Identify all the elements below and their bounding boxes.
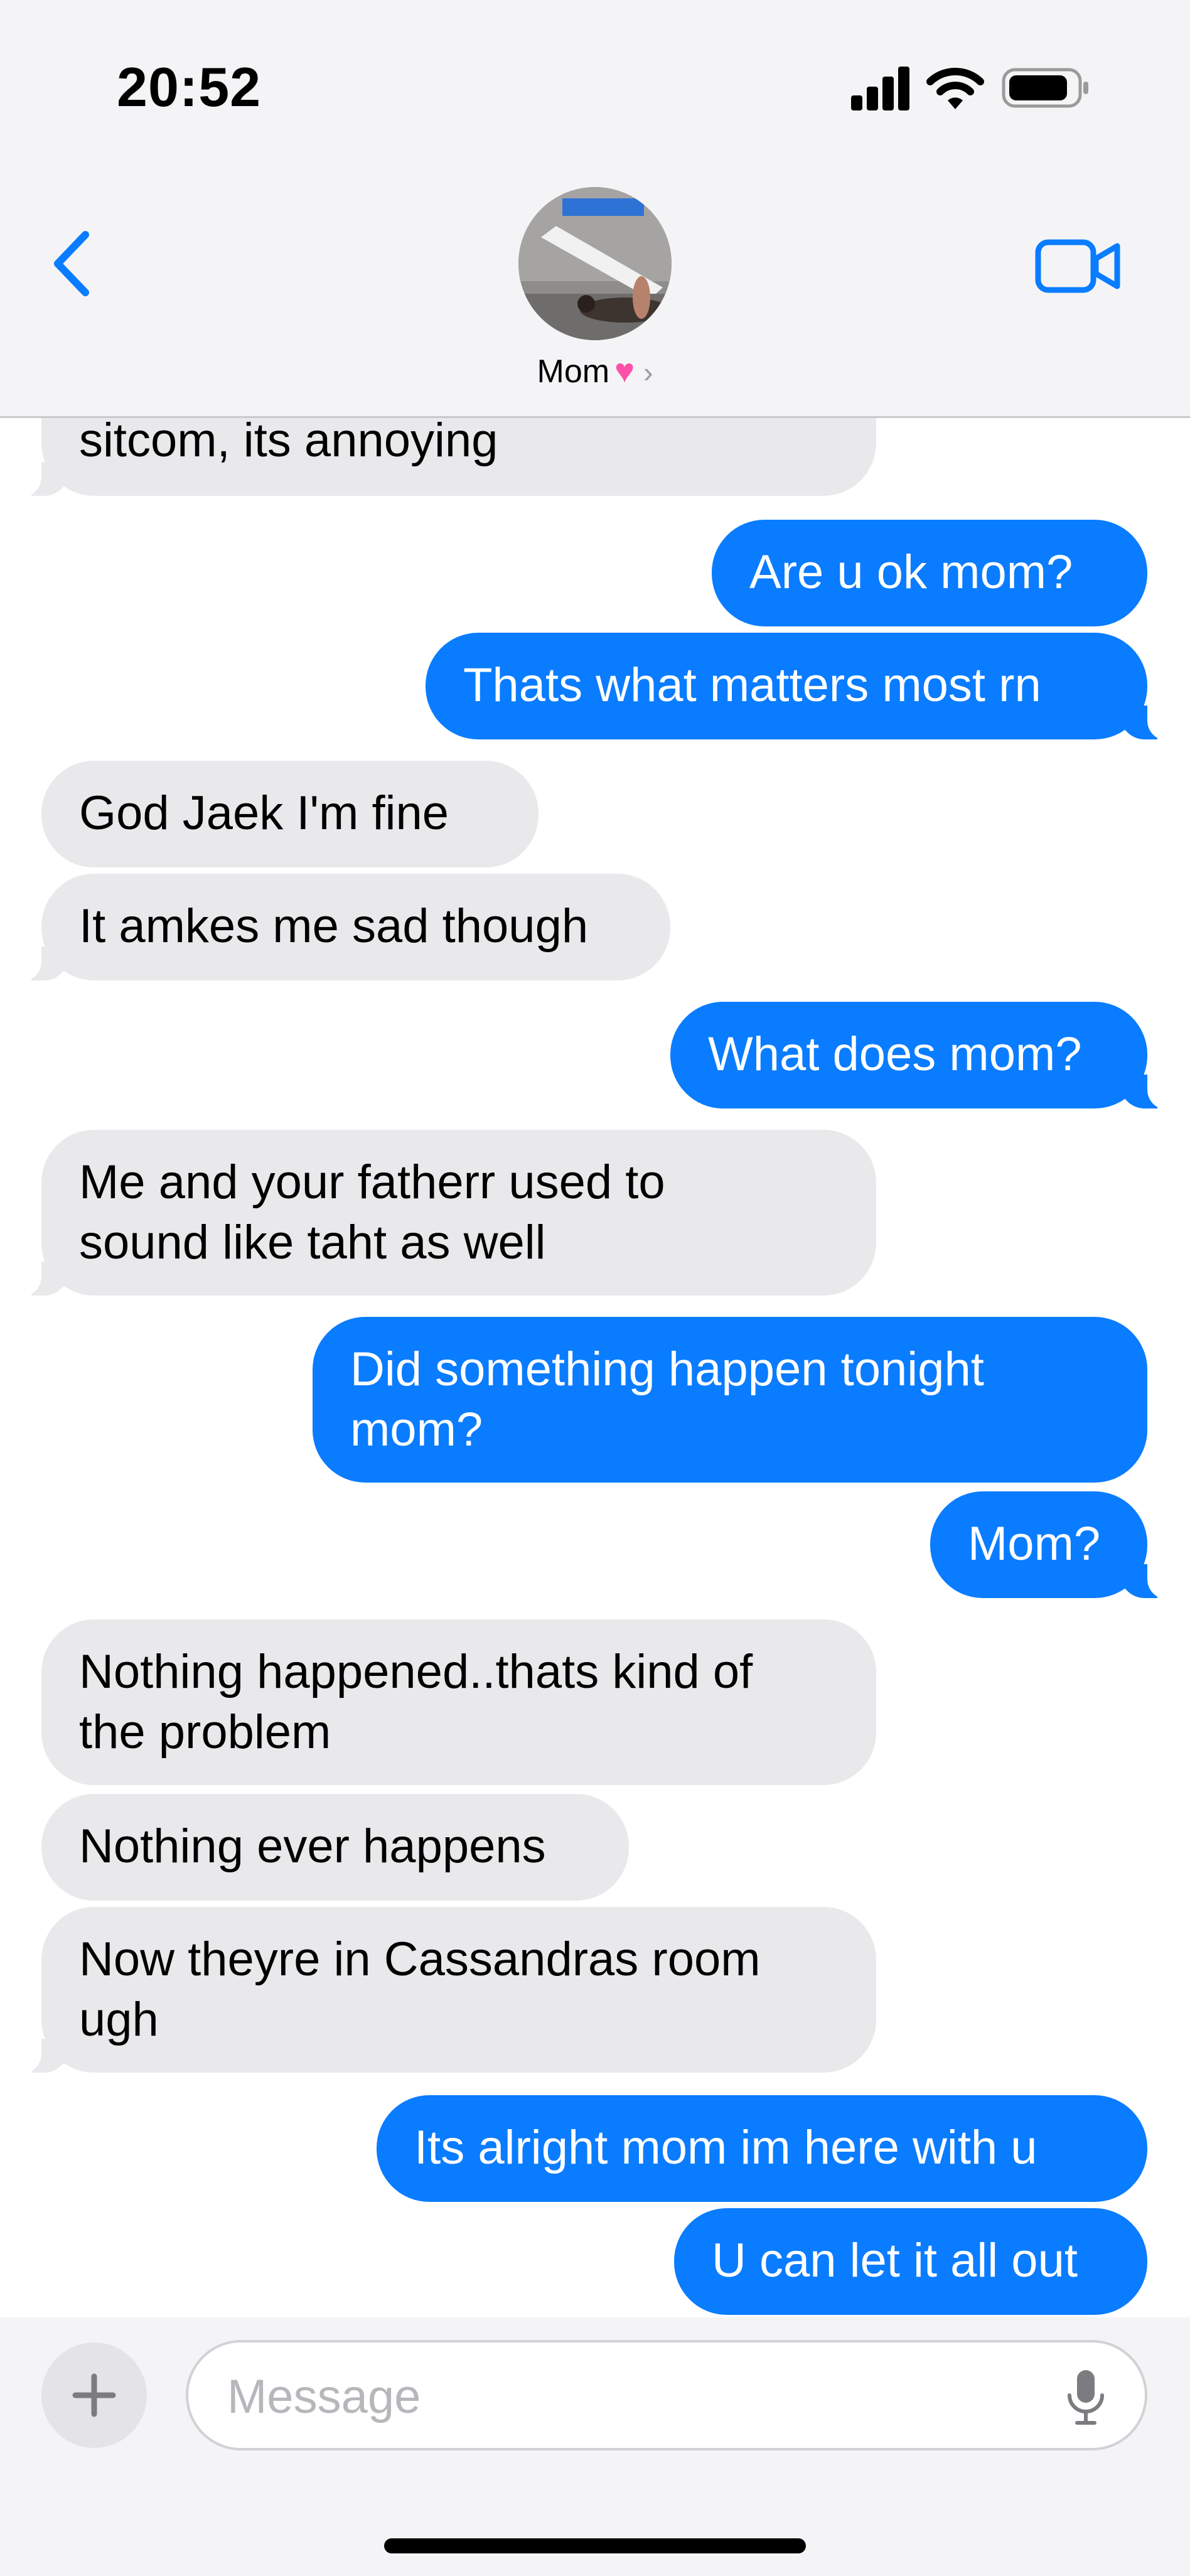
message-bubble-outgoing[interactable]: Are u ok mom? [712,520,1147,626]
message-text-line: Nothing happened..thats kind of [79,1645,753,1699]
wifi-icon [926,68,984,109]
message-bubble-incoming[interactable]: It amkes me sad though [18,874,670,982]
conversation-header: 20:52 Mom ♥ › [0,0,1190,418]
message-text: God Jaek I'm fine [79,786,449,840]
contact-name-button[interactable]: Mom ♥ › [0,352,1190,390]
message-text-line: Did something happen tonight [350,1343,984,1396]
message-text: Its alright mom im here with u [414,2121,1037,2174]
message-text: Nothing ever happens [79,1820,546,1873]
message-input-container[interactable] [186,2340,1147,2450]
battery-icon [1002,68,1088,108]
message-bubble-incoming[interactable]: Now theyre in Cassandras room ugh [18,1907,876,2074]
message-text: Thats what matters most rn [463,658,1041,712]
message-bubble-outgoing[interactable]: U can let it all out [674,2208,1147,2315]
contact-name: Mom [537,353,610,390]
microphone-icon[interactable] [1064,2368,1107,2428]
message-text: U can let it all out [712,2234,1078,2287]
chevron-right-icon: › [643,356,653,389]
message-text-line: mom? [350,1403,483,1456]
plus-icon [72,2373,116,2417]
message-bubble-incoming[interactable]: Nothing happened..thats kind of the prob… [41,1619,876,1785]
message-bubble-outgoing[interactable]: What does mom? [670,1002,1171,1110]
message-text-line: ugh [79,1993,159,2046]
message-bubble-incoming[interactable]: Nothing ever happens [41,1794,629,1901]
message-bubble-outgoing[interactable]: Thats what matters most rn [426,633,1171,741]
contact-avatar[interactable] [518,187,672,340]
message-bubble-incoming[interactable]: Me and your fatherr used to sound like t… [18,1130,876,1297]
back-chevron-icon[interactable] [44,226,100,301]
add-attachment-button[interactable] [41,2343,147,2448]
status-time: 20:52 [117,56,262,118]
message-text: sitcom, its annoying [79,414,498,467]
message-text: Are u ok mom? [749,545,1073,599]
facetime-video-icon[interactable] [1034,237,1122,295]
message-text-line: sound like taht as well [79,1216,546,1269]
message-text: Mom? [968,1517,1101,1570]
message-text: It amkes me sad though [79,899,589,953]
message-text-line: Now theyre in Cassandras room [79,1933,761,1986]
heart-emoji: ♥ [614,352,635,390]
home-indicator[interactable] [384,2538,806,2553]
cellular-signal-icon [851,67,910,110]
message-text: What does mom? [708,1028,1082,1081]
compose-bar [0,2317,1190,2576]
avatar-photo [518,187,672,340]
message-bubble-outgoing[interactable]: Mom? [930,1491,1171,1599]
message-input[interactable] [226,2368,1044,2425]
message-text-line: the problem [79,1705,331,1759]
message-bubble-incoming[interactable]: God Jaek I'm fine [41,761,539,867]
message-bubble-outgoing[interactable]: Its alright mom im here with u [377,2095,1147,2202]
message-bubble-outgoing[interactable]: Did something happen tonight mom? [313,1317,1147,1483]
message-text-line: Me and your fatherr used to [79,1156,665,1209]
